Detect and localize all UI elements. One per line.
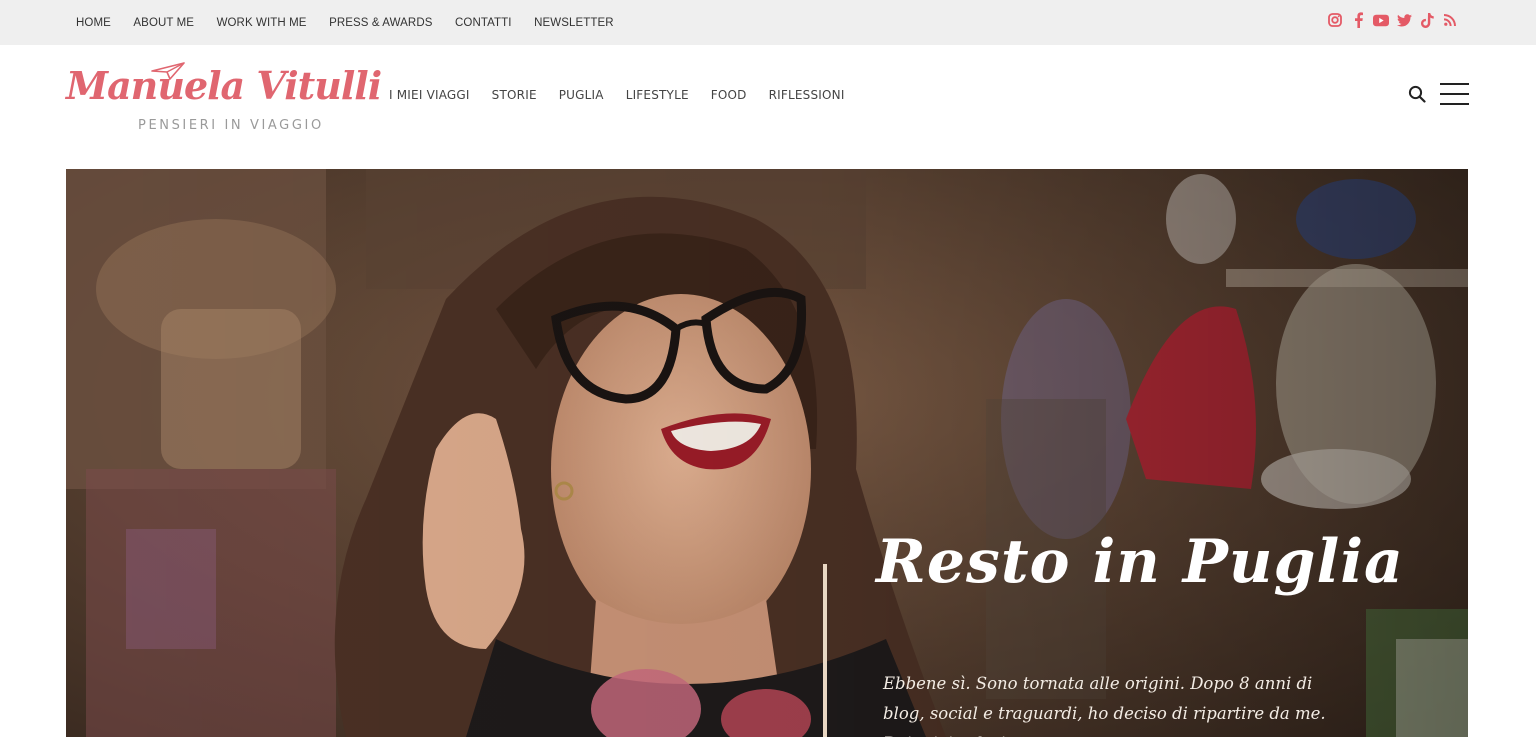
facebook-icon[interactable]	[1350, 11, 1366, 29]
menu-line	[1440, 103, 1469, 105]
top-nav-work-with-me[interactable]: WORK WITH ME	[217, 17, 307, 29]
hero-excerpt: Ebbene sì. Sono tornata alle origini. Do…	[883, 674, 1326, 737]
nav-food[interactable]: FOOD	[711, 88, 747, 102]
logo-script: Manuela Vitulli	[66, 63, 382, 108]
menu-line	[1440, 83, 1469, 85]
hero-title[interactable]: Resto in Puglia	[876, 532, 1404, 592]
social-links	[1327, 11, 1458, 29]
hero-divider	[823, 564, 827, 737]
nav-puglia[interactable]: PUGLIA	[559, 88, 604, 102]
top-bar: HOME ABOUT ME WORK WITH ME PRESS & AWARD…	[0, 0, 1536, 45]
search-icon[interactable]	[1408, 85, 1426, 108]
top-nav-press-awards[interactable]: PRESS & AWARDS	[329, 17, 432, 29]
logo-tagline: PENSIERI IN VIAGGIO	[138, 118, 324, 133]
site-header: Manuela Vitulli PENSIERI IN VIAGGIO I MI…	[0, 45, 1536, 169]
nav-riflessioni[interactable]: RIFLESSIONI	[769, 88, 845, 102]
top-nav-contatti[interactable]: CONTATTI	[455, 17, 512, 29]
tiktok-icon[interactable]	[1419, 11, 1435, 29]
site-logo[interactable]: Manuela Vitulli PENSIERI IN VIAGGIO	[66, 59, 382, 139]
top-nav-about-me[interactable]: ABOUT ME	[133, 17, 194, 29]
main-nav: I MIEI VIAGGI STORIE PUGLIA LIFESTYLE FO…	[389, 88, 867, 102]
menu-line	[1440, 93, 1469, 95]
rss-icon[interactable]	[1442, 11, 1458, 29]
top-nav-home[interactable]: HOME	[76, 17, 111, 29]
twitter-icon[interactable]	[1396, 11, 1412, 29]
hero-banner[interactable]: Resto in Puglia Ebbene sì. Sono tornata …	[66, 169, 1468, 737]
instagram-icon[interactable]	[1327, 11, 1343, 29]
hamburger-menu-icon[interactable]	[1440, 83, 1469, 105]
nav-i-miei-viaggi[interactable]: I MIEI VIAGGI	[389, 88, 470, 102]
nav-lifestyle[interactable]: LIFESTYLE	[626, 88, 689, 102]
youtube-icon[interactable]	[1373, 11, 1389, 29]
top-nav-newsletter[interactable]: NEWSLETTER	[534, 17, 614, 29]
hero-photo	[66, 169, 1468, 737]
nav-storie[interactable]: STORIE	[492, 88, 537, 102]
top-nav: HOME ABOUT ME WORK WITH ME PRESS & AWARD…	[76, 0, 636, 45]
